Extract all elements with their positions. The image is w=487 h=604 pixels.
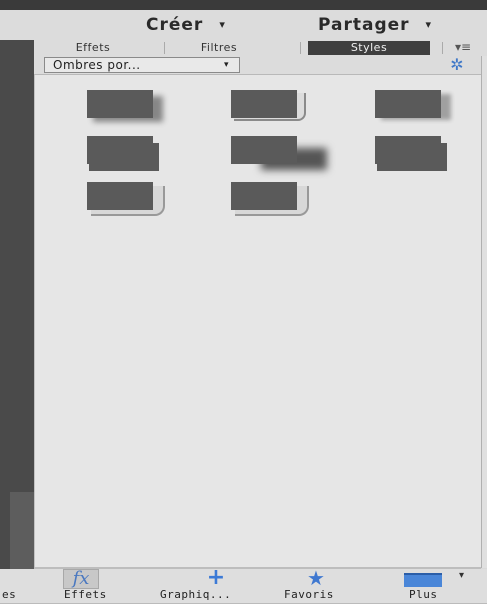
star-icon: ★	[307, 566, 325, 590]
thumb-square	[231, 136, 297, 164]
menu-icon[interactable]: ▾≡	[452, 40, 474, 56]
share-button[interactable]: Partager ▾	[318, 15, 432, 35]
style-thumb-diagonal-shadow[interactable]	[231, 136, 327, 186]
share-label: Partager	[318, 15, 410, 35]
tab-styles[interactable]: Styles	[308, 41, 430, 55]
truncated-item-label: es	[2, 588, 17, 601]
style-thumb-outline-shadow[interactable]	[231, 90, 321, 140]
scrollbar[interactable]	[481, 56, 487, 568]
left-pane	[0, 40, 34, 578]
gear-icon[interactable]: ✲	[448, 56, 466, 74]
thumb-square	[231, 182, 297, 210]
style-thumb-low-shadow[interactable]	[87, 136, 177, 186]
thumb-square	[375, 90, 441, 118]
create-label: Créer	[146, 15, 204, 35]
tab-divider	[300, 42, 301, 54]
style-category-select[interactable]: Ombres por... ▾	[44, 57, 240, 73]
chevron-down-icon: ▾	[425, 18, 433, 31]
more-panel-label: Plus	[409, 588, 438, 601]
chevron-down-icon: ▾	[459, 570, 465, 581]
left-pane-strip	[10, 492, 34, 578]
fx-icon: fx	[63, 569, 99, 589]
panel-tabs: Effets Filtres Styles ▾≡	[34, 40, 487, 56]
plus-icon: +	[206, 565, 226, 590]
style-filter-row: Ombres por... ▾ ✲	[34, 56, 481, 75]
tab-divider	[442, 42, 443, 54]
window-icon	[404, 573, 442, 587]
chevron-down-icon: ▾	[223, 60, 229, 70]
top-strip	[0, 0, 487, 10]
favorites-panel-label: Favoris	[284, 588, 334, 601]
header-bar: Créer ▾ Partager ▾	[0, 10, 487, 40]
create-button[interactable]: Créer ▾	[146, 15, 226, 35]
graphics-panel-label: Graphiq...	[160, 588, 232, 601]
styles-grid	[34, 75, 482, 567]
style-category-value: Ombres por...	[53, 58, 141, 72]
effects-panel-label: Effets	[64, 588, 107, 601]
style-thumb-blur-shadow[interactable]	[375, 136, 465, 186]
style-thumb-outer-bevel-shadow[interactable]	[231, 182, 321, 232]
style-thumb-soft-edge-shadow[interactable]	[375, 90, 465, 140]
thumb-square	[375, 136, 441, 164]
style-thumb-bevel-shadow[interactable]	[87, 182, 177, 232]
chevron-down-icon: ▾	[219, 18, 226, 31]
tab-effets[interactable]: Effets	[64, 41, 122, 55]
thumb-square	[231, 90, 297, 118]
thumb-square	[87, 182, 153, 210]
tab-filtres[interactable]: Filtres	[184, 41, 254, 55]
bottom-toolbar: es fx Effets + Graphiq... ★ Favoris ▾ Pl…	[0, 565, 487, 604]
thumb-square	[87, 90, 153, 118]
thumb-square	[87, 136, 153, 164]
style-thumb-soft-drop-shadow[interactable]	[87, 90, 177, 140]
tab-divider	[164, 42, 165, 54]
